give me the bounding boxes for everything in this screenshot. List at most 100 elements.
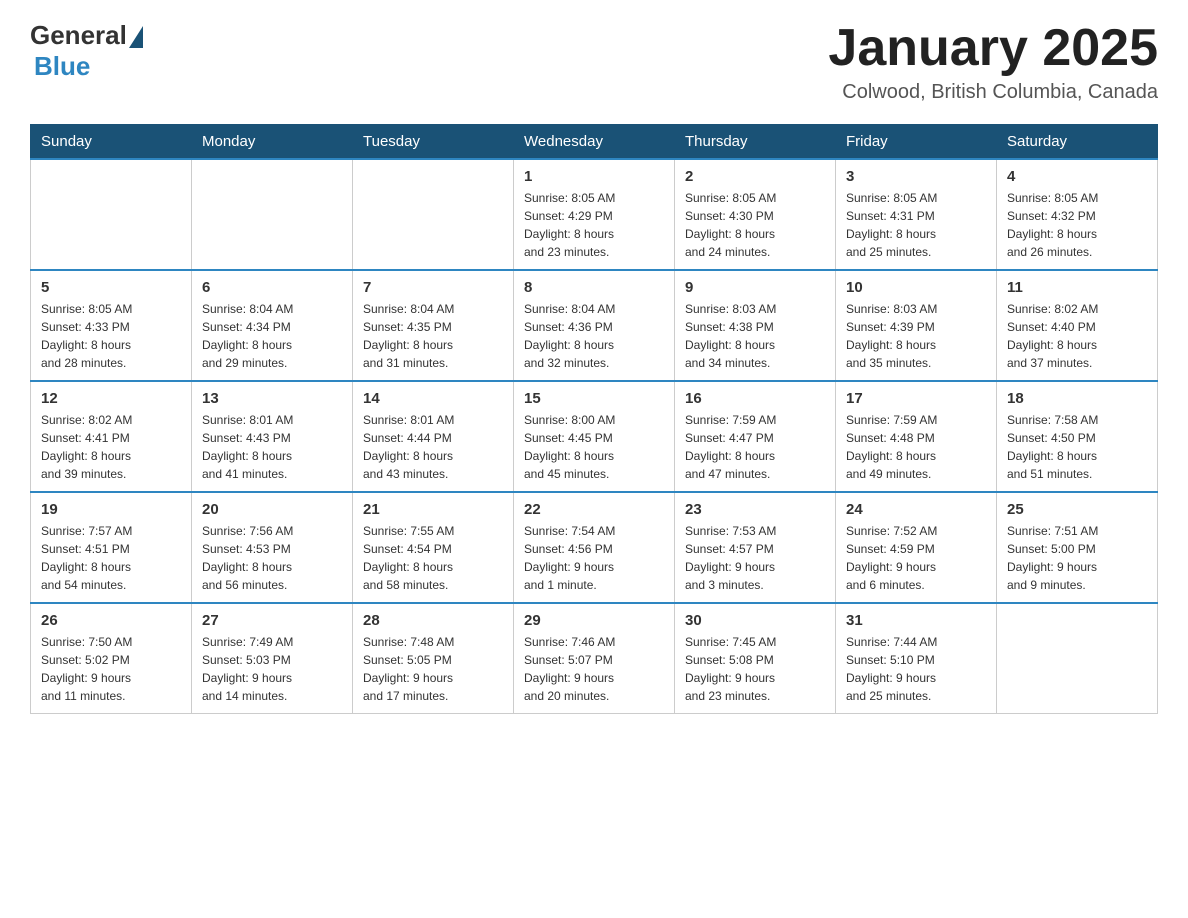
day-number: 26 bbox=[41, 612, 181, 629]
day-number: 21 bbox=[363, 501, 503, 518]
day-info: Sunrise: 7:49 AM Sunset: 5:03 PM Dayligh… bbox=[202, 633, 342, 705]
day-number: 14 bbox=[363, 390, 503, 407]
calendar-week-row: 19Sunrise: 7:57 AM Sunset: 4:51 PM Dayli… bbox=[31, 492, 1158, 603]
day-info: Sunrise: 8:02 AM Sunset: 4:40 PM Dayligh… bbox=[1007, 300, 1147, 372]
table-row: 15 Sunrise: 8:00 AM Sunset: 4:45 PM Dayli… bbox=[514, 381, 675, 492]
table-row: 21 Sunrise: 7:55 AM Sunset: 4:54 PM Dayli… bbox=[353, 492, 514, 603]
day-number: 4 bbox=[1007, 168, 1147, 185]
table-row: 4Sunrise: 8:05 AM Sunset: 4:32 PM Daylig… bbox=[997, 159, 1158, 270]
table-row: 22 Sunrise: 7:54 AM Sunset: 4:56 PM Dayli… bbox=[514, 492, 675, 603]
day-info: Sunrise: 7:59 AM Sunset: 4:47 PM Dayligh… bbox=[685, 411, 825, 483]
day-info: Sunrise: 8:03 AM Sunset: 4:39 PM Dayligh… bbox=[846, 300, 986, 372]
col-friday: Friday bbox=[836, 125, 997, 160]
day-info: Sunrise: 7:59 AM Sunset: 4:48 PM Dayligh… bbox=[846, 411, 986, 483]
calendar-table: Sunday Monday Tuesday Wednesday Thursday… bbox=[30, 124, 1158, 714]
day-number: 11 bbox=[1007, 279, 1147, 296]
table-row: 31 Sunrise: 7:44 AM Sunset: 5:10 PM Dayli… bbox=[836, 603, 997, 714]
day-info: Sunrise: 7:44 AM Sunset: 5:10 PM Dayligh… bbox=[846, 633, 986, 705]
table-row: 20 Sunrise: 7:56 AM Sunset: 4:53 PM Dayli… bbox=[192, 492, 353, 603]
col-saturday: Saturday bbox=[997, 125, 1158, 160]
day-info: Sunrise: 7:56 AM Sunset: 4:53 PM Dayligh… bbox=[202, 522, 342, 594]
day-info: Sunrise: 8:05 AM Sunset: 4:33 PM Dayligh… bbox=[41, 300, 181, 372]
day-number: 16 bbox=[685, 390, 825, 407]
title-block: January 2025 Colwood, British Columbia, … bbox=[828, 20, 1158, 104]
day-info: Sunrise: 8:01 AM Sunset: 4:43 PM Dayligh… bbox=[202, 411, 342, 483]
calendar-week-row: 5 Sunrise: 8:05 AM Sunset: 4:33 PM Daylig… bbox=[31, 270, 1158, 381]
logo: General Blue bbox=[30, 20, 143, 82]
table-row: 17 Sunrise: 7:59 AM Sunset: 4:48 PM Dayli… bbox=[836, 381, 997, 492]
day-number: 6 bbox=[202, 279, 342, 296]
day-info: Sunrise: 8:05 AM Sunset: 4:31 PM Dayligh… bbox=[846, 189, 986, 261]
day-number: 7 bbox=[363, 279, 503, 296]
table-row: 19Sunrise: 7:57 AM Sunset: 4:51 PM Dayli… bbox=[31, 492, 192, 603]
table-row bbox=[353, 159, 514, 270]
table-row: 12 Sunrise: 8:02 AM Sunset: 4:41 PM Dayli… bbox=[31, 381, 192, 492]
day-number: 25 bbox=[1007, 501, 1147, 518]
table-row: 26 Sunrise: 7:50 AM Sunset: 5:02 PM Dayli… bbox=[31, 603, 192, 714]
page-subtitle: Colwood, British Columbia, Canada bbox=[828, 81, 1158, 104]
day-number: 23 bbox=[685, 501, 825, 518]
table-row: 16 Sunrise: 7:59 AM Sunset: 4:47 PM Dayli… bbox=[675, 381, 836, 492]
day-number: 20 bbox=[202, 501, 342, 518]
logo-blue-text: Blue bbox=[34, 51, 90, 82]
day-number: 24 bbox=[846, 501, 986, 518]
day-info: Sunrise: 8:04 AM Sunset: 4:35 PM Dayligh… bbox=[363, 300, 503, 372]
day-number: 17 bbox=[846, 390, 986, 407]
day-number: 18 bbox=[1007, 390, 1147, 407]
day-info: Sunrise: 8:05 AM Sunset: 4:30 PM Dayligh… bbox=[685, 189, 825, 261]
page-header: General Blue January 2025 Colwood, Briti… bbox=[30, 20, 1158, 104]
page-title: January 2025 bbox=[828, 20, 1158, 77]
day-info: Sunrise: 8:02 AM Sunset: 4:41 PM Dayligh… bbox=[41, 411, 181, 483]
day-number: 9 bbox=[685, 279, 825, 296]
table-row: 24 Sunrise: 7:52 AM Sunset: 4:59 PM Dayli… bbox=[836, 492, 997, 603]
day-number: 8 bbox=[524, 279, 664, 296]
day-info: Sunrise: 7:46 AM Sunset: 5:07 PM Dayligh… bbox=[524, 633, 664, 705]
table-row: 14 Sunrise: 8:01 AM Sunset: 4:44 PM Dayli… bbox=[353, 381, 514, 492]
calendar-week-row: 26 Sunrise: 7:50 AM Sunset: 5:02 PM Dayli… bbox=[31, 603, 1158, 714]
table-row: 30Sunrise: 7:45 AM Sunset: 5:08 PM Dayli… bbox=[675, 603, 836, 714]
col-sunday: Sunday bbox=[31, 125, 192, 160]
table-row: 27 Sunrise: 7:49 AM Sunset: 5:03 PM Dayli… bbox=[192, 603, 353, 714]
table-row: 3 Sunrise: 8:05 AM Sunset: 4:31 PM Daylig… bbox=[836, 159, 997, 270]
day-number: 29 bbox=[524, 612, 664, 629]
calendar-week-row: 12 Sunrise: 8:02 AM Sunset: 4:41 PM Dayli… bbox=[31, 381, 1158, 492]
day-info: Sunrise: 7:58 AM Sunset: 4:50 PM Dayligh… bbox=[1007, 411, 1147, 483]
day-info: Sunrise: 8:01 AM Sunset: 4:44 PM Dayligh… bbox=[363, 411, 503, 483]
table-row: 9Sunrise: 8:03 AM Sunset: 4:38 PM Daylig… bbox=[675, 270, 836, 381]
table-row: 25Sunrise: 7:51 AM Sunset: 5:00 PM Dayli… bbox=[997, 492, 1158, 603]
col-monday: Monday bbox=[192, 125, 353, 160]
day-info: Sunrise: 8:00 AM Sunset: 4:45 PM Dayligh… bbox=[524, 411, 664, 483]
table-row bbox=[997, 603, 1158, 714]
day-info: Sunrise: 7:52 AM Sunset: 4:59 PM Dayligh… bbox=[846, 522, 986, 594]
day-info: Sunrise: 8:04 AM Sunset: 4:36 PM Dayligh… bbox=[524, 300, 664, 372]
day-number: 10 bbox=[846, 279, 986, 296]
table-row: 11 Sunrise: 8:02 AM Sunset: 4:40 PM Dayli… bbox=[997, 270, 1158, 381]
calendar-week-row: 1Sunrise: 8:05 AM Sunset: 4:29 PM Daylig… bbox=[31, 159, 1158, 270]
day-info: Sunrise: 7:55 AM Sunset: 4:54 PM Dayligh… bbox=[363, 522, 503, 594]
day-number: 28 bbox=[363, 612, 503, 629]
day-info: Sunrise: 7:53 AM Sunset: 4:57 PM Dayligh… bbox=[685, 522, 825, 594]
table-row bbox=[192, 159, 353, 270]
day-number: 15 bbox=[524, 390, 664, 407]
day-info: Sunrise: 8:05 AM Sunset: 4:29 PM Dayligh… bbox=[524, 189, 664, 261]
table-row: 2 Sunrise: 8:05 AM Sunset: 4:30 PM Daylig… bbox=[675, 159, 836, 270]
logo-triangle-icon bbox=[129, 26, 143, 48]
table-row bbox=[31, 159, 192, 270]
table-row: 28 Sunrise: 7:48 AM Sunset: 5:05 PM Dayli… bbox=[353, 603, 514, 714]
day-number: 5 bbox=[41, 279, 181, 296]
table-row: 10 Sunrise: 8:03 AM Sunset: 4:39 PM Dayli… bbox=[836, 270, 997, 381]
day-number: 2 bbox=[685, 168, 825, 185]
table-row: 23 Sunrise: 7:53 AM Sunset: 4:57 PM Dayli… bbox=[675, 492, 836, 603]
day-number: 27 bbox=[202, 612, 342, 629]
day-number: 30 bbox=[685, 612, 825, 629]
day-number: 22 bbox=[524, 501, 664, 518]
day-number: 31 bbox=[846, 612, 986, 629]
day-number: 12 bbox=[41, 390, 181, 407]
table-row: 1Sunrise: 8:05 AM Sunset: 4:29 PM Daylig… bbox=[514, 159, 675, 270]
table-row: 7 Sunrise: 8:04 AM Sunset: 4:35 PM Daylig… bbox=[353, 270, 514, 381]
day-info: Sunrise: 7:54 AM Sunset: 4:56 PM Dayligh… bbox=[524, 522, 664, 594]
day-number: 3 bbox=[846, 168, 986, 185]
col-wednesday: Wednesday bbox=[514, 125, 675, 160]
day-info: Sunrise: 7:48 AM Sunset: 5:05 PM Dayligh… bbox=[363, 633, 503, 705]
day-info: Sunrise: 7:50 AM Sunset: 5:02 PM Dayligh… bbox=[41, 633, 181, 705]
